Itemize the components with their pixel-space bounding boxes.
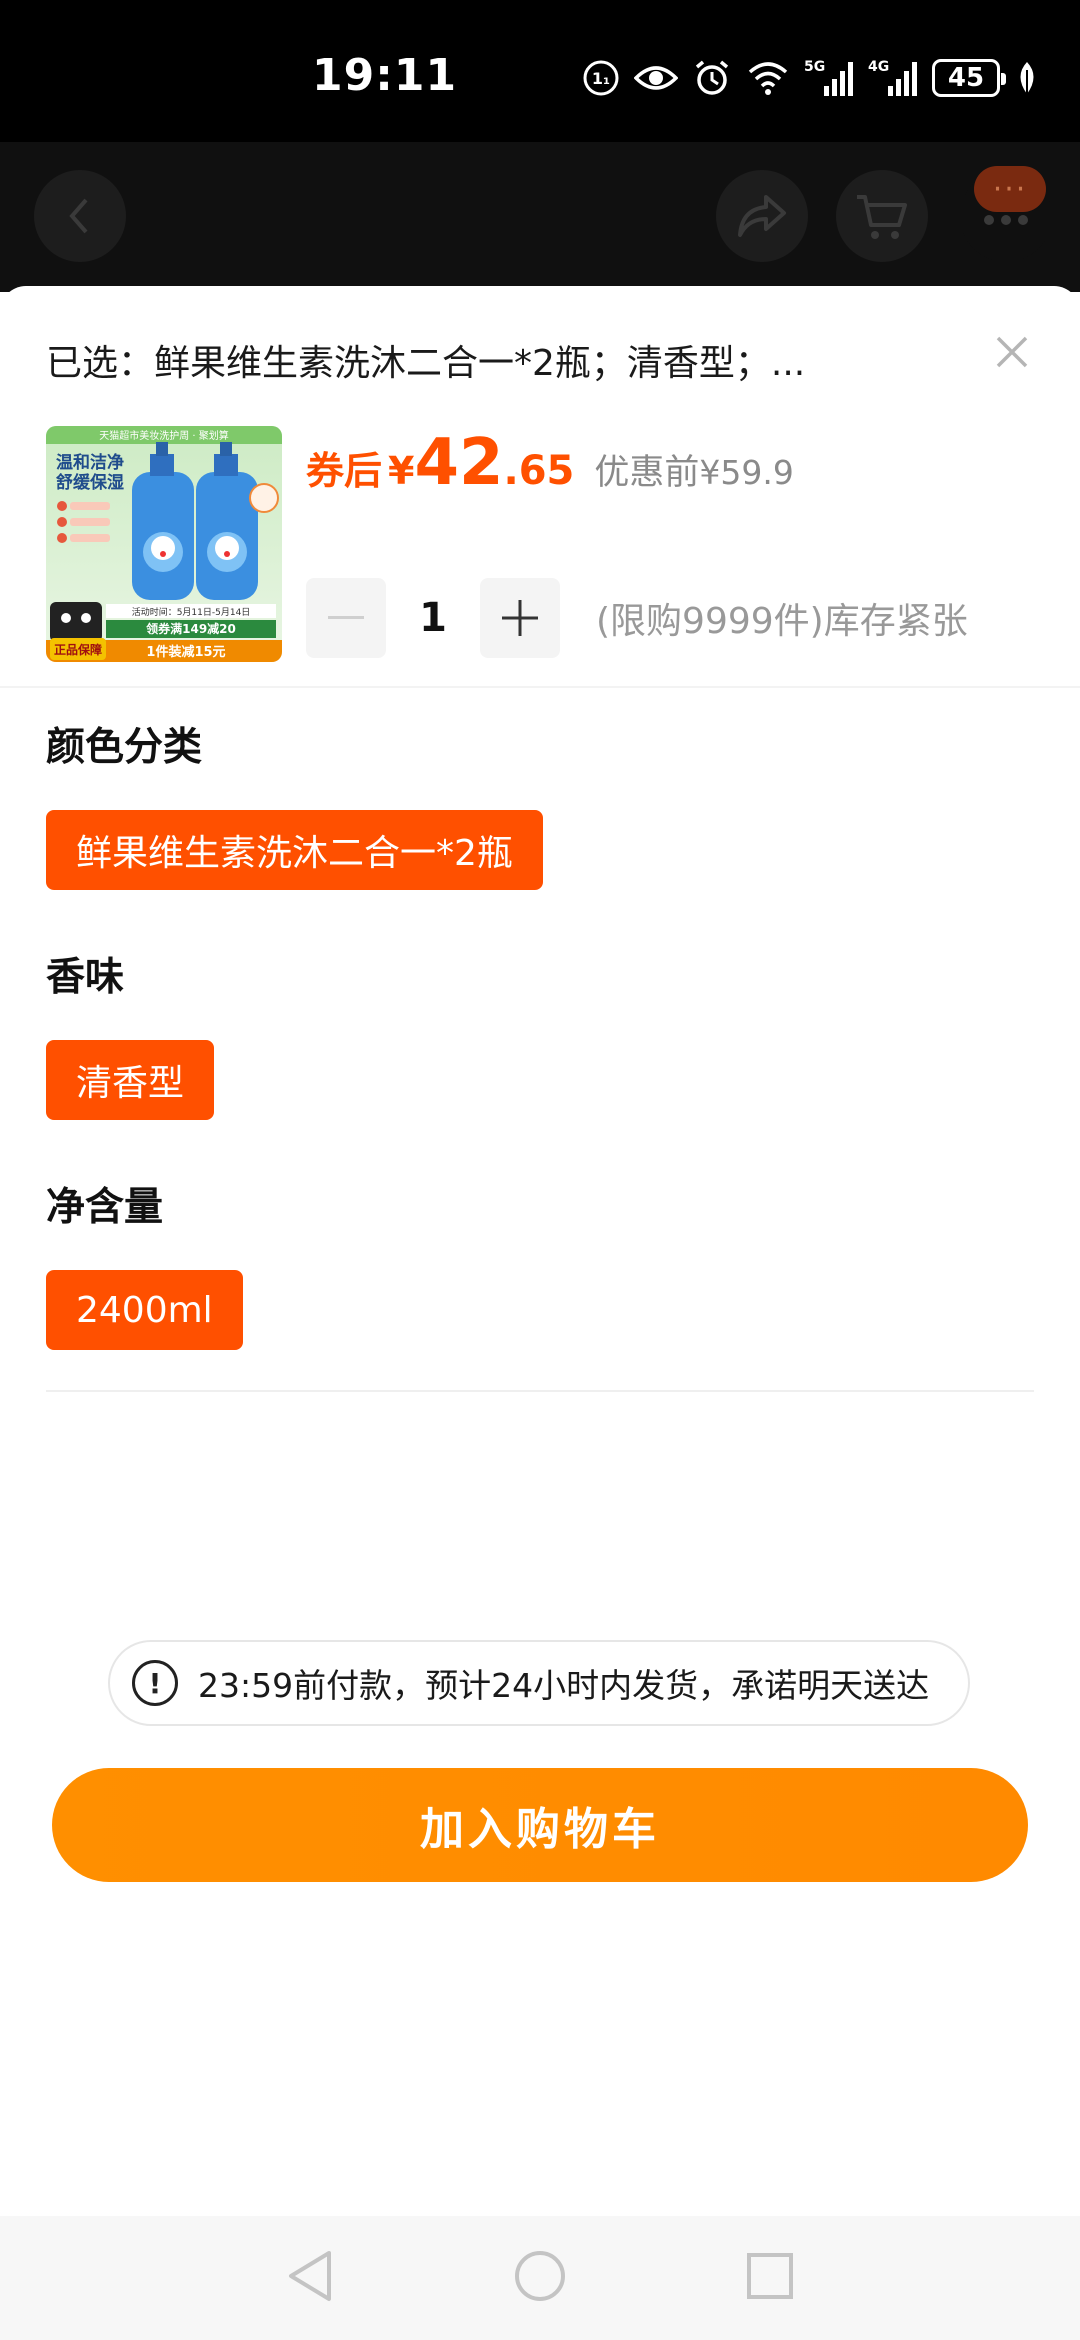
square-recents-icon [747, 2253, 793, 2299]
signal-4g-icon: 4G [868, 59, 917, 96]
leaf-icon [1020, 62, 1034, 94]
back-icon [69, 198, 88, 234]
currency-symbol: ¥ [388, 449, 415, 493]
nav-back-button[interactable] [278, 2244, 342, 2308]
price-integer: 42 [414, 426, 504, 500]
cart-button[interactable] [836, 170, 928, 262]
status-time: 19:11 [312, 50, 458, 101]
selected-summary: 已选：鲜果维生素洗沐二合一*2瓶；清香型；... [46, 343, 806, 384]
cart-icon [857, 195, 907, 239]
status-bar: 19:11 1₁ 5G 4G 45 [0, 0, 1080, 142]
svg-text:1₁: 1₁ [592, 69, 610, 88]
divider [46, 1390, 1034, 1392]
original-price: ¥59.9 [699, 453, 794, 492]
option-chip-scent[interactable]: 清香型 [46, 1040, 215, 1120]
svg-text:温和洁净: 温和洁净 [56, 452, 124, 473]
price-row: 券后 ¥ 42 .65 优惠前 ¥59.9 [306, 426, 794, 500]
sku-sheet: 已选：鲜果维生素洗沐二合一*2瓶；清香型；... 天猫超市美妆洗护周 · 聚划算… [0, 286, 1080, 2216]
delivery-notice: ! 23:59前付款，预计24小时内发货，承诺明天送达 [108, 1640, 970, 1726]
product-image: 天猫超市美妆洗护周 · 聚划算 温和洁净 舒缓保湿 活动时间：5月11日-5月1… [46, 426, 282, 662]
product-thumbnail[interactable]: 天猫超市美妆洗护周 · 聚划算 温和洁净 舒缓保湿 活动时间：5月11日-5月1… [46, 426, 282, 662]
divider [0, 686, 1080, 688]
info-icon: ! [132, 1660, 178, 1706]
section-title-scent: 香味 [46, 955, 125, 1000]
circle-home-icon [515, 2251, 565, 2301]
add-to-cart-button[interactable]: 加入购物车 [52, 1768, 1028, 1882]
more-badge: ··· [974, 166, 1046, 212]
battery-icon: 45 [932, 59, 1006, 97]
svg-text:5G: 5G [804, 59, 825, 75]
minus-icon [328, 616, 364, 619]
coupon-price-label: 券后 [306, 449, 383, 493]
svg-text:正品保障: 正品保障 [54, 642, 102, 657]
status-icons: 1₁ 5G 4G 45 [582, 58, 1040, 98]
wifi-icon [748, 62, 788, 95]
section-title-volume: 净含量 [46, 1185, 164, 1230]
signal-5g-icon: 5G [804, 59, 853, 96]
increase-button[interactable] [480, 578, 560, 658]
decrease-button[interactable] [306, 578, 386, 658]
original-price-label: 优惠前 [594, 453, 700, 493]
quantity-stepper: 1 (限购9999件)库存紧张 [306, 578, 968, 658]
option-chip-color[interactable]: 鲜果维生素洗沐二合一*2瓶 [46, 810, 543, 890]
nav-recents-button[interactable] [738, 2244, 802, 2308]
svg-text:天猫超市美妆洗护周 · 聚划算: 天猫超市美妆洗护周 · 聚划算 [99, 429, 229, 442]
battery-level: 45 [947, 63, 985, 93]
system-nav-bar [0, 2216, 1080, 2340]
plus-icon [502, 600, 538, 636]
option-chip-volume[interactable]: 2400ml [46, 1270, 243, 1350]
close-icon [996, 336, 1028, 368]
back-button[interactable] [34, 170, 126, 262]
svg-text:活动时间：5月11日-5月14日: 活动时间：5月11日-5月14日 [132, 606, 251, 618]
svg-text:领券满149减20: 领券满149减20 [146, 621, 236, 636]
purchase-limit-text: (限购9999件)库存紧张 [596, 601, 968, 642]
section-title-color: 颜色分类 [46, 725, 203, 770]
price-decimal: .65 [503, 448, 575, 494]
nav-home-button[interactable] [508, 2244, 572, 2308]
share-button[interactable] [716, 170, 808, 262]
eye-icon [634, 66, 678, 90]
close-button[interactable] [992, 332, 1032, 372]
quantity-value[interactable]: 1 [386, 595, 480, 641]
share-icon [738, 195, 786, 237]
svg-text:4G: 4G [868, 59, 889, 75]
hd-call-icon: 1₁ [583, 60, 619, 96]
alarm-icon [695, 60, 729, 95]
delivery-notice-text: 23:59前付款，预计24小时内发货，承诺明天送达 [198, 1666, 930, 1705]
svg-text:舒缓保湿: 舒缓保湿 [56, 472, 124, 493]
triangle-back-icon [289, 2251, 331, 2301]
svg-text:1件装减15元: 1件装减15元 [146, 644, 225, 660]
